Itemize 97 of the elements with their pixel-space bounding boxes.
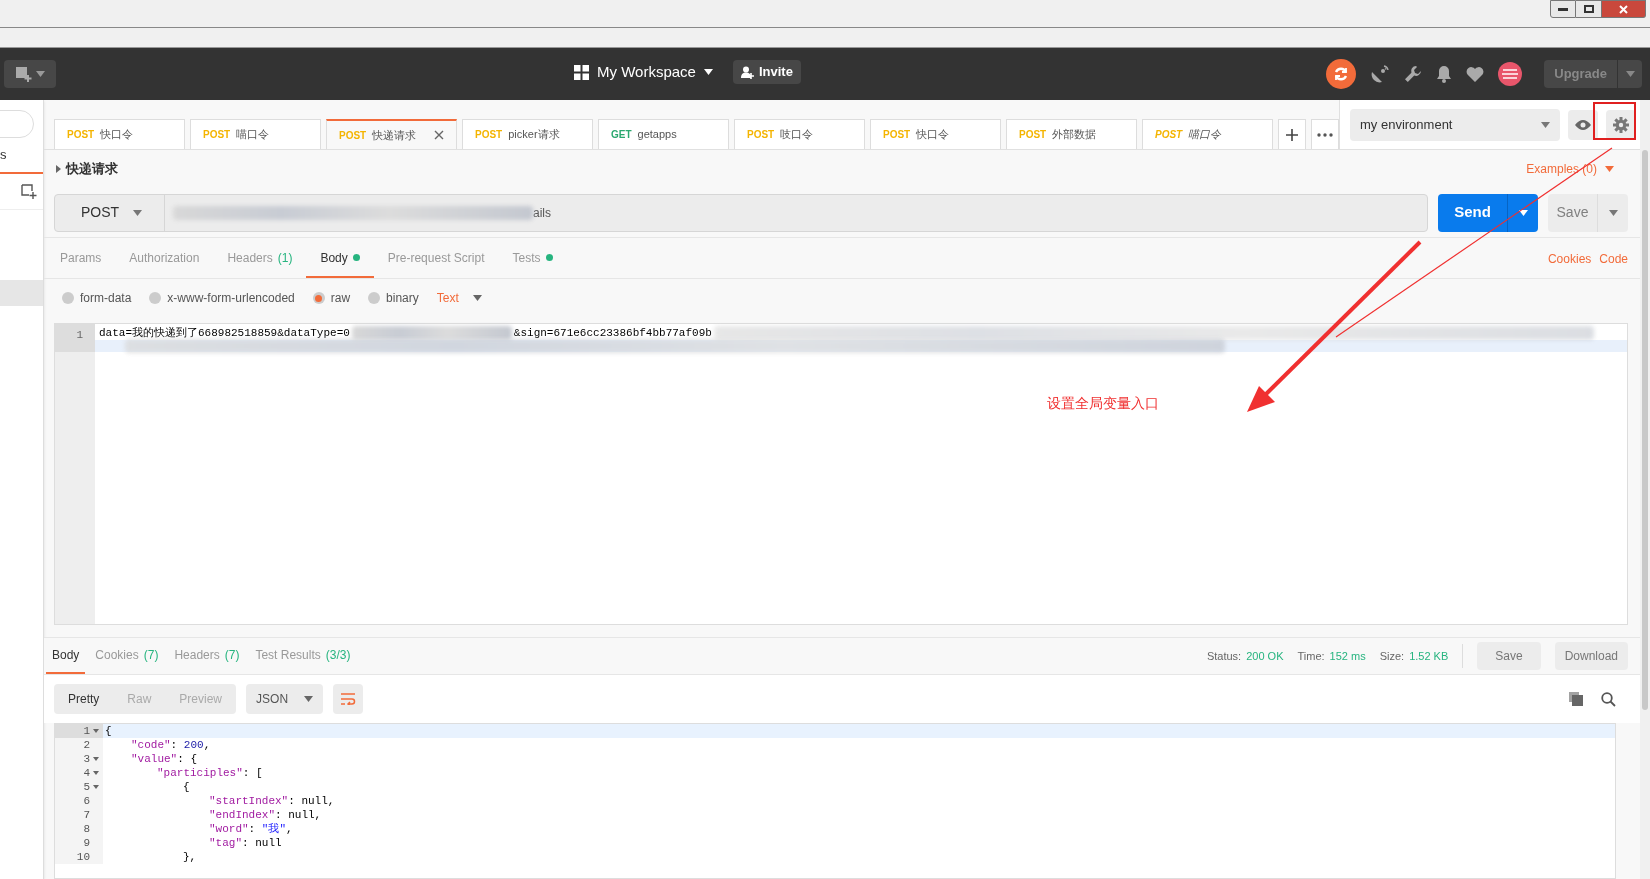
add-tab-button[interactable] [1278, 119, 1306, 149]
expand-arrow-icon[interactable] [56, 165, 61, 173]
caret-icon [304, 696, 314, 702]
code-line: "value": { [131, 752, 198, 766]
sync-icon [1333, 66, 1350, 82]
code-line: "participles": [ [157, 766, 263, 780]
request-name: 快递请求 [66, 160, 118, 179]
line-number: 6 [83, 794, 90, 808]
body-mode-radio[interactable]: binary [368, 289, 419, 307]
eye-icon [1575, 119, 1591, 130]
stat-value: 1.52 KB [1409, 648, 1449, 664]
request-tab[interactable]: POST 快口令 [870, 119, 1001, 149]
view-mode-tab[interactable]: Pretty [54, 684, 114, 714]
code-text: data=我的快递到了668982518859&dataType=0 [99, 325, 350, 341]
response-format-select[interactable]: JSON [246, 684, 324, 714]
caret-icon [1518, 209, 1528, 216]
save-response-button[interactable]: Save [1477, 642, 1541, 670]
request-tab[interactable]: POST 喵口令 [190, 119, 321, 149]
request-tab[interactable]: POST 快口令 [54, 119, 185, 149]
download-button[interactable]: Download [1554, 642, 1628, 670]
avatar-icon[interactable] [1498, 62, 1523, 86]
stat-label: Status: [1206, 648, 1242, 664]
code-line: "tag": null [209, 836, 282, 850]
new-button[interactable] [4, 60, 56, 88]
stat-label: Size: [1379, 648, 1405, 664]
search-icon[interactable] [1601, 691, 1616, 707]
caret-icon [35, 71, 45, 77]
request-tab[interactable]: POST 吱口令 [734, 119, 865, 149]
stat-label: Time: [1297, 648, 1325, 664]
caret-icon [703, 69, 713, 75]
request-tab[interactable]: GET getapps [598, 119, 729, 149]
bell-icon[interactable] [1436, 65, 1453, 83]
request-tab[interactable]: POST 外部数据 [1006, 119, 1137, 149]
line-number: 1 [55, 324, 95, 352]
code-line: "word": "我", [209, 822, 293, 836]
code-line: "endIndex": null, [209, 808, 322, 822]
settings-button[interactable] [1606, 109, 1636, 140]
line-number: 2 [83, 738, 90, 752]
fold-icon[interactable] [93, 757, 99, 761]
maximize-button[interactable] [1576, 0, 1602, 18]
request-tab[interactable]: POST 喵口令 [1142, 119, 1273, 149]
more-icon [1317, 132, 1333, 137]
line-number: 4 [83, 766, 90, 780]
workspace-selector[interactable]: My Workspace [574, 60, 713, 84]
caret-icon [472, 295, 482, 301]
body-mode-radio[interactable]: x-www-form-urlencoded [149, 289, 295, 307]
code-line: { [183, 780, 190, 794]
environment-select[interactable]: my environment [1350, 108, 1560, 141]
annotation-text: 设置全局变量入口 [1047, 394, 1159, 413]
scrollbar[interactable] [1642, 150, 1648, 710]
code-line: }, [183, 850, 197, 864]
close-button[interactable] [1602, 0, 1646, 18]
grid-icon [574, 64, 589, 80]
wrench-icon[interactable] [1404, 65, 1423, 83]
settings-icon [1613, 116, 1629, 133]
stat-value: 200 OK [1246, 648, 1284, 664]
caret-icon [1541, 121, 1550, 128]
line-number: 1 [83, 724, 90, 738]
line-number: 7 [83, 808, 90, 822]
add-item-icon [15, 66, 32, 82]
more-tabs-button[interactable] [1311, 119, 1339, 149]
plus-icon [1286, 128, 1298, 141]
request-tab[interactable]: POST 快递请求 [326, 119, 457, 149]
heart-icon[interactable] [1466, 66, 1485, 82]
minimize-button[interactable] [1550, 0, 1576, 18]
wrap-icon [340, 693, 357, 705]
environment-quick-look-button[interactable] [1568, 109, 1598, 140]
sync-button[interactable] [1326, 59, 1357, 89]
caret-icon [1608, 209, 1618, 216]
close-icon[interactable] [434, 130, 444, 140]
copy-icon[interactable] [1569, 692, 1583, 706]
fold-icon[interactable] [93, 729, 99, 733]
caret-icon [1625, 71, 1635, 77]
code-line: { [105, 724, 112, 738]
line-number: 8 [83, 822, 90, 836]
code-line: "code": 200, [131, 738, 211, 752]
caret-icon [1605, 166, 1614, 172]
add-user-icon [740, 65, 754, 79]
request-section-tab[interactable]: Body [306, 239, 374, 278]
sidebar-tab[interactable]: s [0, 145, 7, 165]
fold-icon[interactable] [93, 771, 99, 775]
highlight-frame [1593, 102, 1636, 140]
fold-icon[interactable] [93, 785, 99, 789]
body-mode-radio[interactable]: raw [312, 289, 351, 307]
new-folder-icon[interactable] [21, 184, 37, 199]
satellite-icon[interactable] [1370, 64, 1391, 84]
line-number: 5 [83, 780, 90, 794]
code-text: &sign=671e6cc23386bf4bb77af09b [513, 325, 712, 341]
body-mode-radio[interactable]: form-data [62, 289, 132, 307]
invite-button[interactable]: Invite [732, 60, 801, 84]
close-icon [1619, 4, 1628, 14]
line-number: 9 [83, 836, 90, 850]
line-number: 3 [83, 752, 90, 766]
line-number: 10 [76, 850, 90, 864]
request-tab[interactable]: POST picker请求 [462, 119, 593, 149]
stat-value: 152 ms [1329, 648, 1366, 664]
code-line: "startIndex": null, [209, 794, 335, 808]
